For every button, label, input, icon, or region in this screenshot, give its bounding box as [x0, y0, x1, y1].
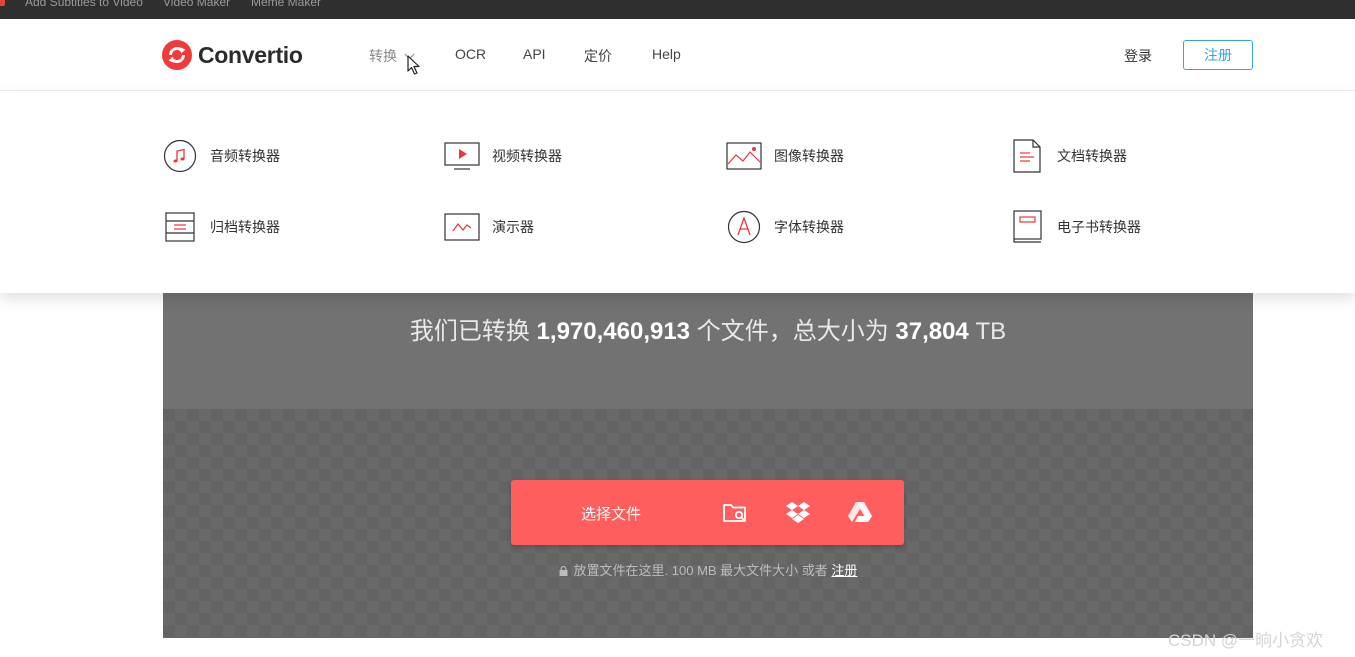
menu-item-label: 字体转换器 — [774, 219, 844, 235]
dropbox-icon[interactable] — [784, 498, 812, 526]
menu-item-label: 视频转换器 — [492, 148, 562, 164]
menu-item-image-converter[interactable]: 图像转换器 — [726, 139, 844, 173]
font-icon — [726, 210, 762, 244]
bookmark-add-subtitles[interactable]: Add Subtitles to Video — [25, 0, 143, 9]
video-icon — [444, 139, 480, 173]
convertio-logo-icon — [162, 40, 192, 70]
bookmark-video-maker[interactable]: Video Maker — [163, 0, 230, 9]
document-icon — [1009, 139, 1045, 173]
folder-search-icon[interactable] — [721, 498, 749, 526]
menu-item-font-converter[interactable]: 字体转换器 — [726, 210, 844, 244]
nav-convert-label: 转换 — [369, 48, 397, 64]
choose-files-label: 选择文件 — [581, 506, 642, 523]
menu-item-ebook-converter[interactable]: 电子书转换器 — [1009, 210, 1141, 244]
menu-item-video-converter[interactable]: 视频转换器 — [444, 139, 562, 173]
menu-item-label: 图像转换器 — [774, 148, 844, 164]
menu-item-label: 演示器 — [492, 219, 534, 235]
menu-item-label: 音频转换器 — [210, 148, 280, 164]
mouse-cursor-icon — [407, 55, 420, 75]
nav-api[interactable]: API — [523, 46, 546, 62]
stats-unit: TB — [975, 318, 1007, 345]
menu-item-label: 归档转换器 — [210, 219, 280, 235]
google-drive-icon[interactable] — [846, 498, 874, 526]
login-link[interactable]: 登录 — [1124, 46, 1152, 66]
stats-middle: 个文件，总大小为 — [696, 318, 889, 345]
ebook-icon — [1009, 210, 1045, 244]
csdn-watermark: CSDN @一晌小贪欢 — [1168, 631, 1324, 650]
image-icon — [726, 139, 762, 173]
menu-item-presentation-converter[interactable]: 演示器 — [444, 210, 534, 244]
nav-help[interactable]: Help — [652, 46, 681, 62]
hint-register-link[interactable]: 注册 — [831, 563, 857, 578]
choose-files-button[interactable]: 选择文件 — [511, 480, 904, 545]
register-button[interactable]: 注册 — [1183, 40, 1253, 70]
menu-item-label: 文档转换器 — [1057, 148, 1127, 164]
site-header: Convertio 转换 OCR API 定价 Help 登录 注册 — [0, 19, 1355, 91]
stats-total-size: 37,804 — [895, 318, 969, 345]
menu-item-document-converter[interactable]: 文档转换器 — [1009, 139, 1127, 173]
lock-icon — [559, 566, 568, 576]
bookmark-bar: Add Subtitles to Video Video Maker Meme … — [0, 0, 1355, 19]
bookmark-meme-maker[interactable]: Meme Maker — [251, 0, 321, 9]
nav-pricing[interactable]: 定价 — [584, 46, 612, 66]
logo-text: Convertio — [198, 41, 303, 68]
stats-prefix: 我们已转换 — [409, 318, 530, 345]
stats-file-count: 1,970,460,913 — [536, 318, 691, 345]
file-drop-zone[interactable]: 选择文件 放置文件在这里. 100 MB 最大文件大小 或者 注册 — [163, 409, 1253, 638]
menu-item-audio-converter[interactable]: 音频转换器 — [162, 139, 280, 173]
menu-item-label: 电子书转换器 — [1057, 219, 1141, 235]
upload-hint-text: 放置文件在这里. 100 MB 最大文件大小 或者 — [573, 563, 828, 578]
logo[interactable]: Convertio — [162, 39, 303, 71]
upload-hint: 放置文件在这里. 100 MB 最大文件大小 或者 注册 — [163, 560, 1253, 579]
audio-icon — [162, 139, 198, 173]
archive-icon — [162, 210, 198, 244]
convert-dropdown-menu: 音频转换器 视频转换器 图像转换器 文档转换器 归档转换器 演示器 字体转换器 … — [0, 91, 1355, 293]
nav-ocr[interactable]: OCR — [455, 46, 486, 62]
hero-banner: 我们已转换 1,970,460,913 个文件，总大小为 37,804 TB — [163, 293, 1253, 409]
menu-item-archive-converter[interactable]: 归档转换器 — [162, 210, 280, 244]
bookmark-favicon-icon — [0, 0, 5, 6]
presentation-icon — [444, 210, 480, 244]
conversion-stats: 我们已转换 1,970,460,913 个文件，总大小为 37,804 TB — [163, 311, 1253, 346]
